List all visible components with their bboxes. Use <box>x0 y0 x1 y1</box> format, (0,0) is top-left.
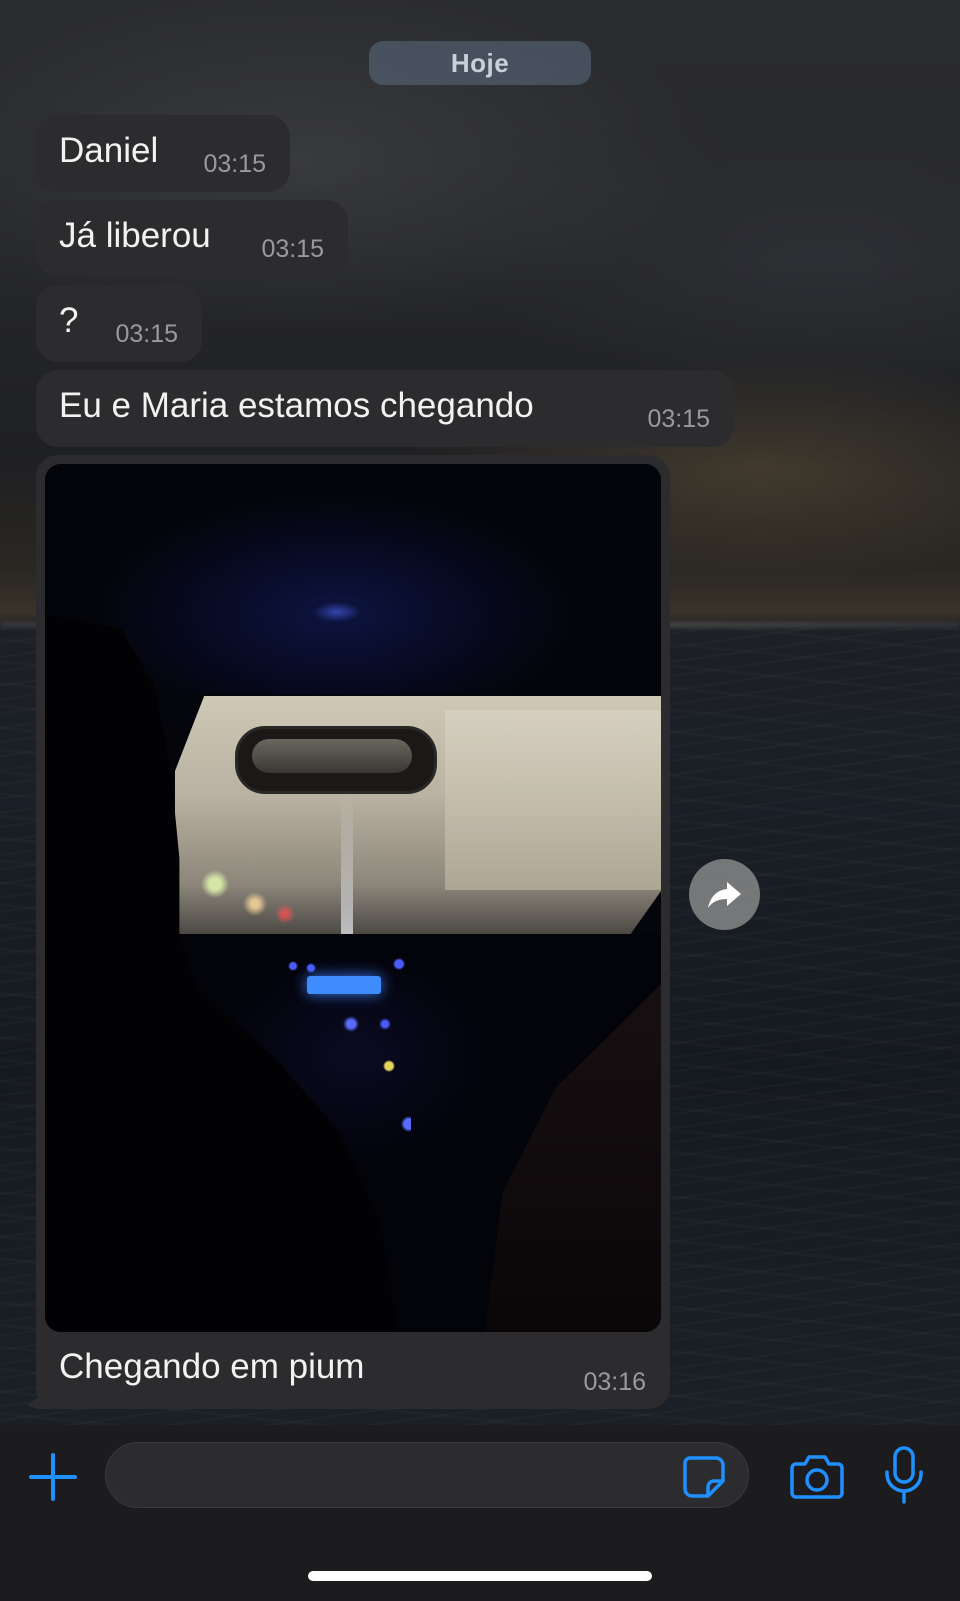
plus-icon[interactable] <box>28 1452 78 1502</box>
date-separator: Hoje <box>369 41 591 85</box>
forward-button[interactable] <box>689 859 760 930</box>
photo-dome-light <box>313 602 361 622</box>
message-text: Eu e Maria estamos chegando <box>59 386 534 425</box>
sticker-icon[interactable] <box>682 1455 726 1499</box>
message-bubble[interactable]: Eu e Maria estamos chegando 03:15 <box>36 370 734 447</box>
photo-rearview-mirror <box>235 726 437 794</box>
message-bubble[interactable]: Daniel 03:15 <box>36 115 290 192</box>
message-bubble[interactable]: ? 03:15 <box>36 285 202 362</box>
photo-message-bubble[interactable]: Chegando em pium 03:16 <box>22 455 670 1409</box>
microphone-icon[interactable] <box>884 1446 924 1504</box>
camera-icon[interactable] <box>790 1453 844 1499</box>
photo-radio-display <box>307 976 381 994</box>
share-arrow-icon <box>707 881 741 908</box>
message-text: Daniel <box>59 131 159 170</box>
photo-caption: Chegando em pium <box>59 1347 365 1386</box>
message-time: 03:15 <box>203 150 266 178</box>
photo-attachment[interactable] <box>45 464 661 1332</box>
photo-street-lights <box>195 854 315 924</box>
home-indicator[interactable] <box>308 1571 652 1581</box>
message-time: 03:15 <box>647 405 710 433</box>
photo-building-wall <box>445 710 661 890</box>
message-input[interactable] <box>130 1443 674 1509</box>
message-time: 03:16 <box>583 1368 646 1396</box>
message-time: 03:15 <box>115 320 178 348</box>
message-bubble[interactable]: Já liberou 03:15 <box>36 200 348 277</box>
message-text: ? <box>59 301 79 340</box>
message-time: 03:15 <box>261 235 324 263</box>
message-input-field[interactable] <box>105 1442 749 1509</box>
photo-hanging-charm <box>341 794 353 944</box>
message-text: Já liberou <box>59 216 211 255</box>
